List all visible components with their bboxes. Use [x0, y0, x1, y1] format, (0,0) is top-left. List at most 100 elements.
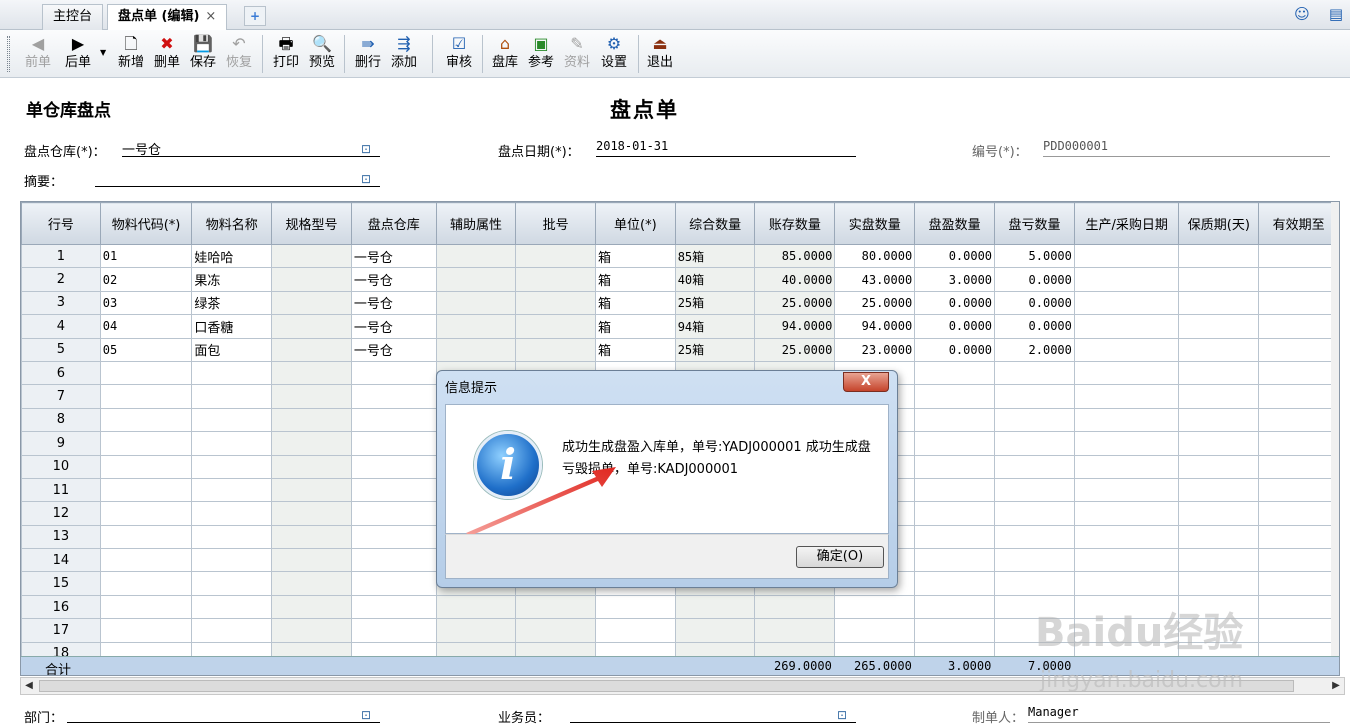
table-cell[interactable]: 01: [99, 243, 193, 269]
table-cell[interactable]: [1073, 477, 1180, 503]
table-cell[interactable]: [99, 454, 193, 479]
table-cell[interactable]: 02: [99, 267, 193, 292]
date-field[interactable]: 2018-01-31: [596, 139, 856, 157]
table-cell[interactable]: [191, 477, 273, 503]
tab-console[interactable]: 主控台: [42, 4, 104, 30]
table-cell[interactable]: [914, 594, 996, 620]
table-cell[interactable]: [271, 594, 352, 620]
close-icon[interactable]: ×: [205, 9, 216, 24]
memo-lookup-icon[interactable]: ⊡: [361, 172, 377, 186]
table-cell[interactable]: [994, 407, 1075, 433]
table-cell[interactable]: [674, 618, 756, 643]
table-cell[interactable]: [271, 314, 352, 339]
table-cell[interactable]: [1073, 360, 1180, 386]
table-cell[interactable]: [594, 594, 676, 620]
table-cell[interactable]: 一号仓: [350, 314, 437, 339]
table-cell[interactable]: [1178, 243, 1260, 269]
column-header[interactable]: 辅助属性: [435, 202, 517, 245]
dept-lookup-icon[interactable]: ⊡: [361, 708, 377, 722]
table-cell[interactable]: [191, 524, 273, 550]
table-cell[interactable]: [191, 618, 273, 643]
table-cell[interactable]: [350, 501, 437, 526]
table-cell[interactable]: 04: [99, 314, 193, 339]
smiley-icon[interactable]: ☺: [1290, 3, 1314, 27]
table-cell[interactable]: 箱: [594, 337, 676, 362]
table-cell[interactable]: [914, 360, 996, 386]
table-cell[interactable]: 94.0000: [834, 314, 916, 339]
table-cell[interactable]: [1178, 267, 1260, 292]
table-cell[interactable]: [1073, 501, 1180, 526]
column-header[interactable]: 物料名称: [191, 202, 273, 245]
new-button[interactable]: 🗋 新增: [113, 32, 149, 76]
table-cell[interactable]: [834, 618, 916, 643]
table-cell[interactable]: 94.0000: [754, 314, 836, 339]
table-row[interactable]: 1 01 娃哈哈 一号仓 箱 85箱 85.0000 80.0000 0.0000 5.0000: [21, 243, 1339, 269]
table-cell[interactable]: [1178, 384, 1260, 409]
table-cell[interactable]: [515, 618, 596, 643]
table-cell[interactable]: [99, 548, 193, 573]
table-cell[interactable]: [1258, 501, 1339, 526]
table-cell[interactable]: [754, 618, 836, 643]
message-icon[interactable]: ▤: [1324, 3, 1348, 27]
table-cell[interactable]: [1258, 594, 1339, 620]
stocktake-button[interactable]: ⌂ 盘库: [487, 32, 523, 76]
table-cell[interactable]: 2.0000: [994, 337, 1075, 362]
table-cell[interactable]: [515, 594, 596, 620]
table-cell[interactable]: [350, 407, 437, 433]
dialog-close-button[interactable]: X: [843, 372, 889, 392]
table-cell[interactable]: [191, 594, 273, 620]
table-cell[interactable]: [1258, 243, 1339, 269]
table-cell[interactable]: [271, 524, 352, 550]
table-cell[interactable]: 25.0000: [754, 290, 836, 316]
table-cell[interactable]: [99, 407, 193, 433]
table-cell[interactable]: [515, 314, 596, 339]
table-cell[interactable]: [271, 454, 352, 479]
table-cell[interactable]: [350, 431, 437, 456]
table-cell[interactable]: [1178, 407, 1260, 433]
column-header[interactable]: 盘亏数量: [994, 202, 1075, 245]
table-cell[interactable]: [191, 360, 273, 386]
table-cell[interactable]: [435, 337, 517, 362]
table-cell[interactable]: [994, 501, 1075, 526]
table-cell[interactable]: 0.0000: [994, 290, 1075, 316]
column-header[interactable]: 综合数量: [674, 202, 756, 245]
table-cell[interactable]: [350, 454, 437, 479]
table-cell[interactable]: 85.0000: [754, 243, 836, 269]
table-cell[interactable]: [1073, 431, 1180, 456]
table-cell[interactable]: 0.0000: [914, 314, 996, 339]
table-cell[interactable]: [271, 384, 352, 409]
memo-field[interactable]: [95, 169, 380, 187]
table-cell[interactable]: [994, 571, 1075, 596]
table-cell[interactable]: 43.0000: [834, 267, 916, 292]
table-cell[interactable]: [1258, 314, 1339, 339]
table-cell[interactable]: [994, 431, 1075, 456]
table-cell[interactable]: [1178, 477, 1260, 503]
table-cell[interactable]: [99, 524, 193, 550]
table-cell[interactable]: [754, 594, 836, 620]
restore-button[interactable]: ↶ 恢复: [221, 32, 257, 76]
column-header[interactable]: 有效期至: [1258, 202, 1339, 245]
table-cell[interactable]: [191, 407, 273, 433]
material-button[interactable]: ✎ 资料: [559, 32, 595, 76]
salesman-field[interactable]: [570, 705, 856, 723]
table-cell[interactable]: [435, 243, 517, 269]
table-cell[interactable]: 一号仓: [350, 290, 437, 316]
table-cell[interactable]: [435, 290, 517, 316]
prev-button[interactable]: ◀ 前单: [20, 32, 56, 76]
table-cell[interactable]: 口香糖: [191, 314, 273, 339]
table-cell[interactable]: [435, 594, 517, 620]
table-cell[interactable]: [99, 384, 193, 409]
table-cell[interactable]: [515, 267, 596, 292]
table-cell[interactable]: [515, 243, 596, 269]
table-cell[interactable]: [1073, 524, 1180, 550]
add-row-button[interactable]: ⇶ 添加: [386, 32, 422, 76]
table-cell[interactable]: [1258, 431, 1339, 456]
table-cell[interactable]: 娃哈哈: [191, 243, 273, 269]
delete-doc-button[interactable]: ✖ 删单: [149, 32, 185, 76]
table-cell[interactable]: [435, 314, 517, 339]
table-cell[interactable]: [99, 594, 193, 620]
table-cell[interactable]: [994, 454, 1075, 479]
warehouse-field[interactable]: 一号仓: [122, 139, 380, 158]
column-header[interactable]: 单位(*): [594, 202, 676, 245]
table-cell[interactable]: [271, 267, 352, 292]
